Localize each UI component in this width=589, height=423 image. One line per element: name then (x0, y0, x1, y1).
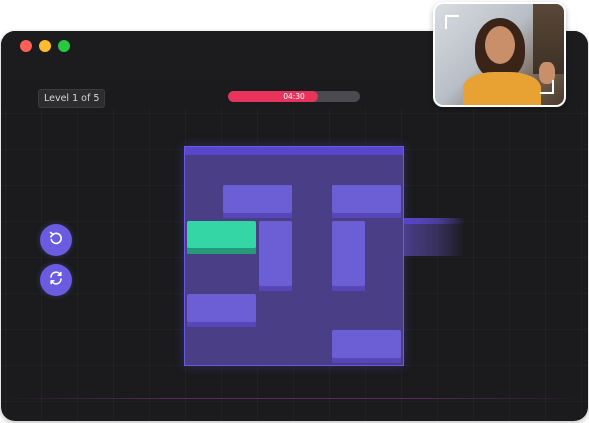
board-top-edge (185, 147, 403, 155)
close-window-button[interactable] (20, 40, 32, 52)
restart-icon (48, 270, 64, 290)
maximize-window-button[interactable] (58, 40, 70, 52)
target-block[interactable] (186, 221, 257, 255)
undo-button[interactable] (40, 224, 72, 256)
puzzle-board (184, 146, 404, 366)
sliding-block[interactable] (259, 221, 293, 291)
sliding-block[interactable] (331, 221, 365, 291)
level-indicator: Level 1 of 5 (38, 89, 106, 108)
webcam-person-shirt (463, 72, 541, 105)
sliding-block[interactable] (186, 293, 257, 327)
webcam-frame-corner (445, 15, 459, 29)
sliding-block[interactable] (331, 330, 402, 364)
webcam-person-face (485, 26, 515, 64)
timer-text: 04:30 (283, 92, 305, 101)
restart-button[interactable] (40, 264, 72, 296)
exit-lane (403, 218, 465, 256)
minimize-window-button[interactable] (39, 40, 51, 52)
webcam-overlay (433, 2, 566, 107)
sliding-block[interactable] (222, 184, 293, 219)
undo-icon (48, 230, 64, 250)
sliding-block[interactable] (331, 184, 402, 219)
webcam-frame-corner (540, 80, 554, 94)
timer-bar: 04:30 (228, 91, 360, 102)
